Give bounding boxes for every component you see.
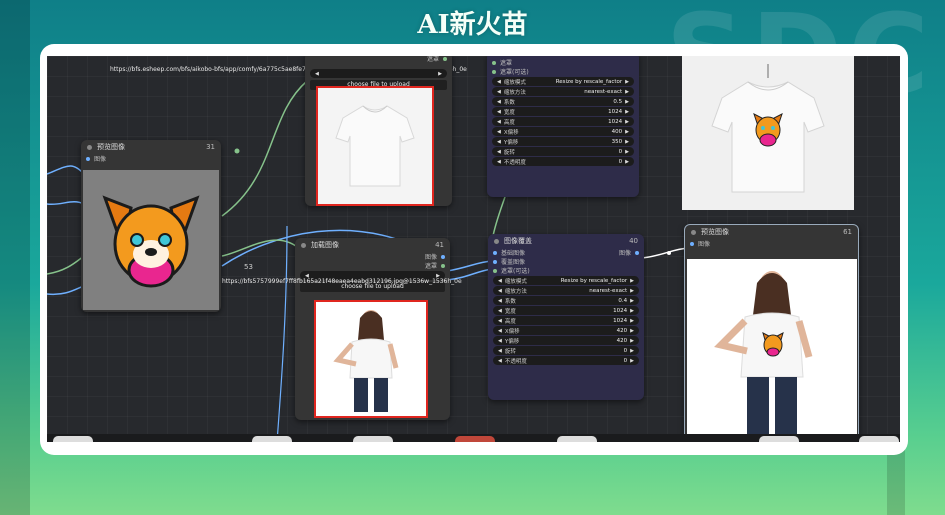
resize-method-widget[interactable]: ◀ 缩放方法 nearest-exact ▶ — [492, 87, 634, 96]
white-tshirt-image — [335, 105, 415, 187]
tshirt-with-dog-image — [711, 64, 825, 193]
node-title: 预览图像 — [701, 228, 729, 236]
y-offset-widget[interactable]: ◀ Y偏移 420 ▶ — [493, 336, 639, 345]
image-output-port[interactable]: 图像 — [619, 248, 639, 257]
mask-input-port[interactable]: 遮罩 — [487, 58, 639, 67]
factor-widget[interactable]: ◀ 系数 0.5 ▶ — [492, 97, 634, 106]
image-overlay-node-top[interactable]: 遮罩 遮罩(可选) ◀ 缩放模式 Resize by rescale_factor ▶… — [487, 56, 639, 197]
node-title: 加载图像 — [311, 241, 339, 249]
link-number: 53 — [244, 263, 253, 271]
opacity-widget[interactable]: ◀ 不透明度 0 ▶ — [492, 157, 634, 166]
y-offset-widget[interactable]: ◀ Y偏移 350 ▶ — [492, 137, 634, 146]
image-input-port[interactable]: 图像 — [81, 154, 221, 163]
base-image-input-port[interactable]: 基础图像 图像 — [488, 248, 644, 257]
node-graph-canvas[interactable]: https://bfs.esheep.com/bfs/aikobo-bfs/ap… — [47, 56, 900, 442]
brand-title: AI新火苗 — [417, 10, 528, 40]
preview-image-node-right[interactable]: 预览图像 61 图像 — [684, 224, 859, 442]
tshirt-image-highlight — [316, 86, 434, 206]
width-widget[interactable]: ◀ 宽度 1024 ▶ — [492, 107, 634, 116]
node-id: 41 — [435, 241, 444, 249]
woman-with-dog-tshirt-image — [714, 271, 813, 441]
dog-mascot-image — [102, 195, 200, 288]
image-select-widget[interactable]: ◀ ▶ — [310, 69, 447, 78]
load-image-node-top[interactable]: 遮罩 ◀ ▶ choose file to upload — [305, 56, 452, 206]
node-header: 预览图像 61 — [685, 225, 858, 239]
image-url-text: https://bfs5757999ef7ff8fb165a21f48eaea4… — [222, 278, 462, 285]
mask-output-port[interactable]: 遮罩 — [305, 56, 452, 63]
woman-with-dog-tshirt-result — [687, 259, 857, 441]
mask-output-port[interactable]: 遮罩 — [295, 261, 450, 270]
woman-image-highlight — [314, 300, 428, 418]
node-id: 40 — [629, 237, 638, 245]
canvas-bottom-bar — [47, 434, 900, 442]
background-stripe — [0, 0, 30, 515]
load-image-node[interactable]: 加载图像 41 图像 遮罩 ◀ ▶ choose file to upload — [295, 238, 450, 420]
width-widget[interactable]: ◀ 宽度 1024 ▶ — [493, 306, 639, 315]
screenshot-frame: https://bfs.esheep.com/bfs/aikobo-bfs/ap… — [40, 44, 908, 455]
optional-mask-input-port[interactable]: 遮罩(可选) — [488, 266, 644, 275]
x-offset-widget[interactable]: ◀ X偏移 420 ▶ — [493, 326, 639, 335]
node-id: 31 — [206, 143, 215, 151]
image-output-port[interactable]: 图像 — [295, 252, 450, 261]
image-overlay-node[interactable]: 图像覆盖 40 基础图像 图像 覆盖图像 遮罩(可选) ◀ 缩放模式 Resize … — [488, 234, 644, 400]
node-title: 图像覆盖 — [504, 237, 532, 245]
resize-method-widget[interactable]: ◀ 缩放方法 nearest-exact ▶ — [493, 286, 639, 295]
preview-image-node-left[interactable]: 预览图像 31 图像 — [81, 140, 221, 312]
factor-widget[interactable]: ◀ 系数 0.4 ▶ — [493, 296, 639, 305]
node-id: 61 — [843, 228, 852, 236]
height-widget[interactable]: ◀ 高度 1024 ▶ — [493, 316, 639, 325]
opacity-widget[interactable]: ◀ 不透明度 0 ▶ — [493, 356, 639, 365]
resize-mode-widget[interactable]: ◀ 缩放模式 Resize by rescale_factor ▶ — [492, 77, 634, 86]
node-header: 加载图像 41 — [295, 238, 450, 252]
tshirt-with-dog-result — [682, 56, 854, 210]
node-header: 图像覆盖 40 — [488, 234, 644, 248]
rotation-widget[interactable]: ◀ 旋转 0 ▶ — [493, 346, 639, 355]
dog-mascot-preview — [83, 170, 219, 310]
overlay-image-input-port[interactable]: 覆盖图像 — [488, 257, 644, 266]
optional-mask-input-port[interactable]: 遮罩(可选) — [487, 67, 639, 76]
woman-model-image — [333, 310, 399, 412]
x-offset-widget[interactable]: ◀ X偏移 400 ▶ — [492, 127, 634, 136]
rotation-widget[interactable]: ◀ 旋转 0 ▶ — [492, 147, 634, 156]
resize-mode-widget[interactable]: ◀ 缩放模式 Resize by rescale_factor ▶ — [493, 276, 639, 285]
height-widget[interactable]: ◀ 高度 1024 ▶ — [492, 117, 634, 126]
node-header: 预览图像 31 — [81, 140, 221, 154]
node-title: 预览图像 — [97, 143, 125, 151]
image-input-port[interactable]: 图像 — [685, 239, 858, 248]
